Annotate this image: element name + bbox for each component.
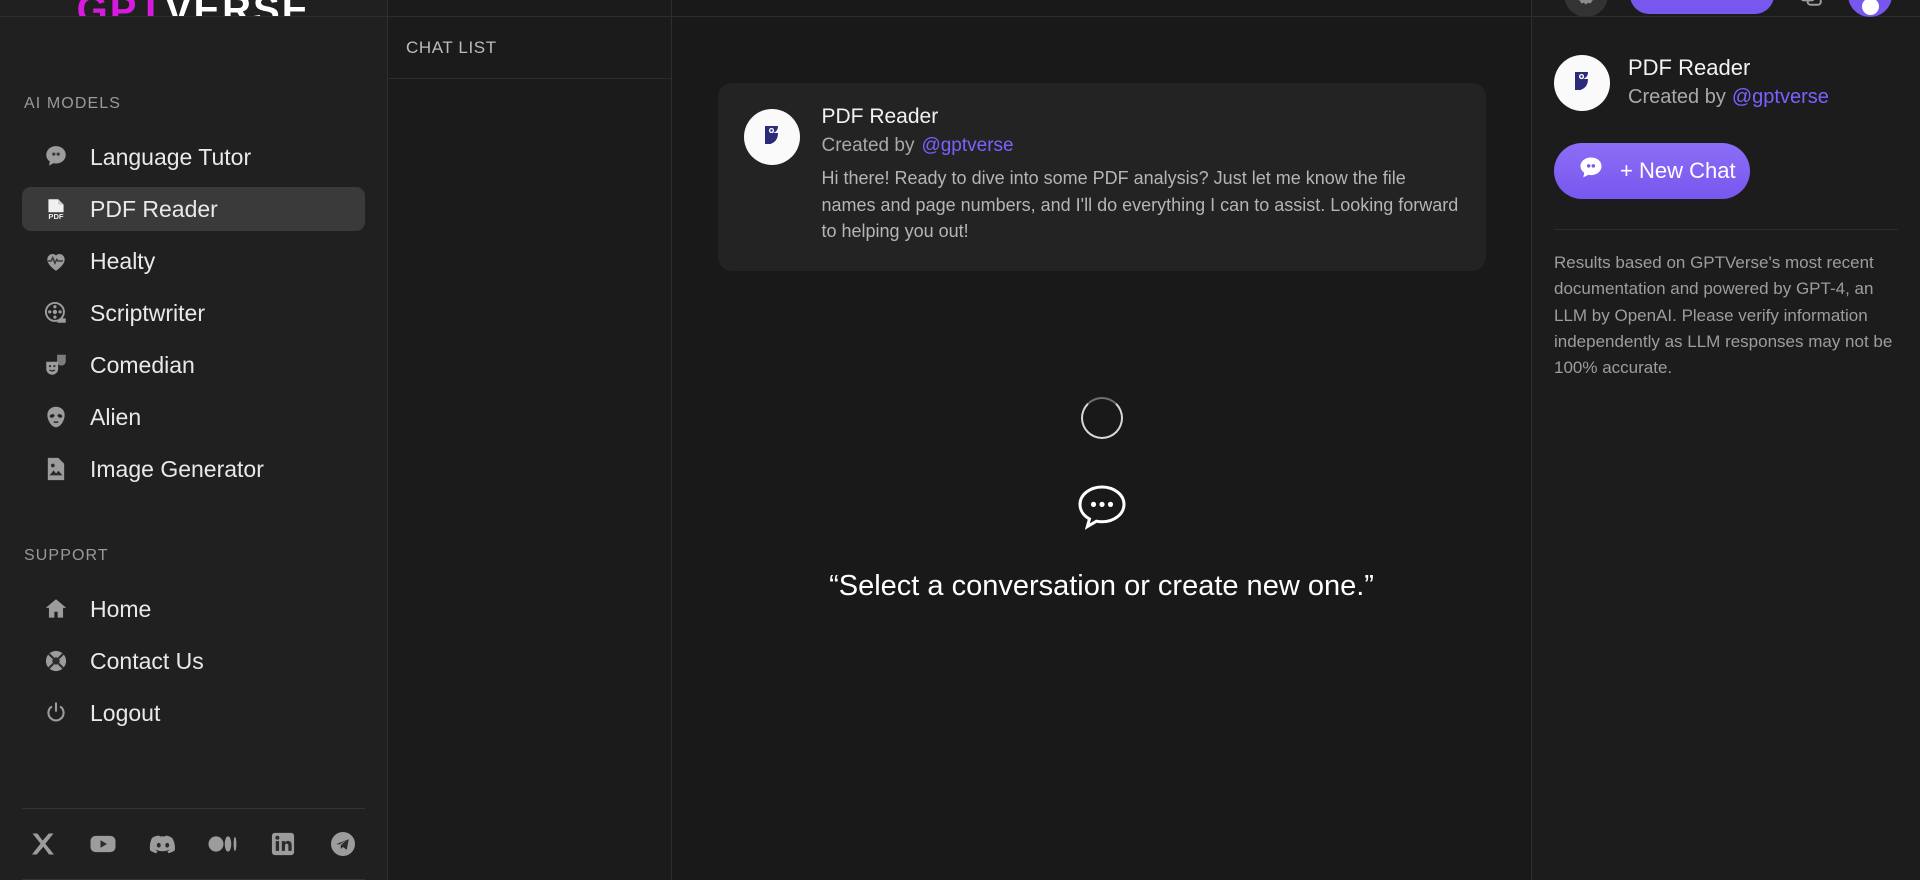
x-icon[interactable] — [26, 827, 60, 861]
right-panel-titles: PDF Reader Created by @gptverse — [1628, 55, 1829, 109]
sidebar-item-pdf-reader[interactable]: PDF PDF Reader — [22, 187, 365, 231]
sidebar: GPTVERSE AI MODELS Language Tutor PDF PD… — [0, 0, 388, 880]
sidebar-item-home[interactable]: Home — [22, 587, 365, 631]
sidebar-item-label: PDF Reader — [90, 196, 218, 223]
app-logo[interactable]: GPTVERSE — [77, 0, 311, 17]
pdf-file-icon: PDF — [42, 195, 70, 223]
gptverse-owl-icon — [752, 117, 792, 157]
sidebar-item-healty[interactable]: Healty — [22, 239, 365, 283]
right-panel-creator-line: Created by @gptverse — [1628, 86, 1829, 109]
right-panel-header: PDF Reader Created by @gptverse — [1554, 55, 1898, 111]
sidebar-item-label: Image Generator — [90, 456, 264, 483]
assistant-avatar — [1554, 55, 1610, 111]
discord-icon[interactable] — [146, 827, 180, 861]
section-label-ai-models: AI MODELS — [0, 95, 387, 113]
logo-bar: GPTVERSE — [0, 0, 387, 17]
loading-spinner-icon — [1081, 397, 1123, 439]
main-body: PDF Reader Created by @gptverse Hi there!… — [672, 17, 1531, 880]
disclaimer-text: Results based on GPTVerse's most recent … — [1532, 230, 1920, 382]
new-chat-label: + New Chat — [1620, 158, 1736, 184]
power-icon — [42, 699, 70, 727]
theater-masks-icon — [42, 351, 70, 379]
image-file-icon — [42, 455, 70, 483]
sidebar-item-image-generator[interactable]: Image Generator — [22, 447, 365, 491]
gpt-point-button[interactable]: GPT Point — [1630, 0, 1774, 14]
share-icon[interactable] — [1796, 0, 1826, 10]
chat-list-header: CHAT LIST — [388, 17, 671, 79]
user-avatar[interactable] — [1848, 0, 1892, 17]
created-by-label: Created by — [1628, 86, 1726, 108]
sidebar-item-logout[interactable]: Logout — [22, 691, 365, 735]
assistant-intro-card: PDF Reader Created by @gptverse Hi there!… — [718, 83, 1486, 271]
creator-handle[interactable]: @gptverse — [921, 135, 1013, 156]
sidebar-item-contact-us[interactable]: Contact Us — [22, 639, 365, 683]
assistant-creator-line: Created by @gptverse — [822, 135, 1462, 157]
chat-list-items[interactable] — [388, 79, 671, 880]
speech-bubble-icon — [42, 143, 70, 171]
sidebar-item-scriptwriter[interactable]: Scriptwriter — [22, 291, 365, 335]
creator-handle[interactable]: @gptverse — [1732, 86, 1829, 108]
right-panel: PDF Reader Created by @gptverse + New Cha… — [1532, 0, 1920, 880]
right-panel-assistant-name: PDF Reader — [1628, 55, 1829, 81]
sidebar-item-label: Contact Us — [90, 648, 204, 675]
sidebar-item-label: Alien — [90, 404, 141, 431]
created-by-label: Created by — [822, 135, 915, 156]
sidebar-item-comedian[interactable]: Comedian — [22, 343, 365, 387]
chat-list-panel: CHAT LIST — [388, 0, 672, 880]
assistant-avatar — [744, 109, 800, 165]
youtube-icon[interactable] — [86, 827, 120, 861]
gptverse-owl-icon — [1562, 63, 1602, 103]
social-links — [0, 809, 387, 879]
support-list: Home Contact Us Logout — [0, 587, 387, 735]
app-root: GPTVERSE AI MODELS Language Tutor PDF PD… — [0, 0, 1920, 880]
empty-state-text: “Select a conversation or create new one… — [829, 570, 1374, 603]
sidebar-item-label: Language Tutor — [90, 144, 251, 171]
film-reel-icon — [42, 299, 70, 327]
speech-bubble-icon — [1576, 154, 1606, 188]
telegram-icon[interactable] — [326, 827, 360, 861]
home-icon — [42, 595, 70, 623]
logo-prefix: GPT — [77, 0, 165, 17]
gear-icon[interactable] — [1564, 0, 1608, 17]
new-chat-button[interactable]: + New Chat — [1554, 143, 1750, 199]
main-panel: PDF Reader Created by @gptverse Hi there!… — [672, 0, 1532, 880]
sidebar-item-label: Scriptwriter — [90, 300, 205, 327]
sidebar-item-label: Healty — [90, 248, 155, 275]
sidebar-item-alien[interactable]: Alien — [22, 395, 365, 439]
sidebar-item-label: Comedian — [90, 352, 195, 379]
logo-suffix: VERSE — [165, 0, 311, 17]
section-label-support: SUPPORT — [0, 547, 387, 565]
ai-models-list: Language Tutor PDF PDF Reader Healty — [0, 135, 387, 491]
sidebar-item-language-tutor[interactable]: Language Tutor — [22, 135, 365, 179]
chat-bubble-dots-icon — [1072, 481, 1132, 544]
top-bar: GPT Point — [388, 0, 1920, 17]
alien-icon — [42, 403, 70, 431]
lifebuoy-icon — [42, 647, 70, 675]
medium-icon[interactable] — [206, 827, 240, 861]
sidebar-nav: AI MODELS Language Tutor PDF PDF Reader — [0, 17, 387, 808]
sidebar-item-label: Home — [90, 596, 151, 623]
assistant-name: PDF Reader — [822, 105, 1462, 129]
empty-state: “Select a conversation or create new one… — [672, 397, 1531, 603]
assistant-greeting: Hi there! Ready to dive into some PDF an… — [822, 165, 1462, 245]
avatar-head — [1862, 0, 1879, 15]
sidebar-item-label: Logout — [90, 700, 160, 727]
heart-pulse-icon — [42, 247, 70, 275]
chat-list-title: CHAT LIST — [406, 38, 497, 58]
right-panel-content: PDF Reader Created by @gptverse + New Cha… — [1532, 17, 1920, 199]
svg-text:PDF: PDF — [48, 212, 64, 221]
linkedin-icon[interactable] — [266, 827, 300, 861]
assistant-intro-text: PDF Reader Created by @gptverse Hi there!… — [822, 105, 1462, 245]
